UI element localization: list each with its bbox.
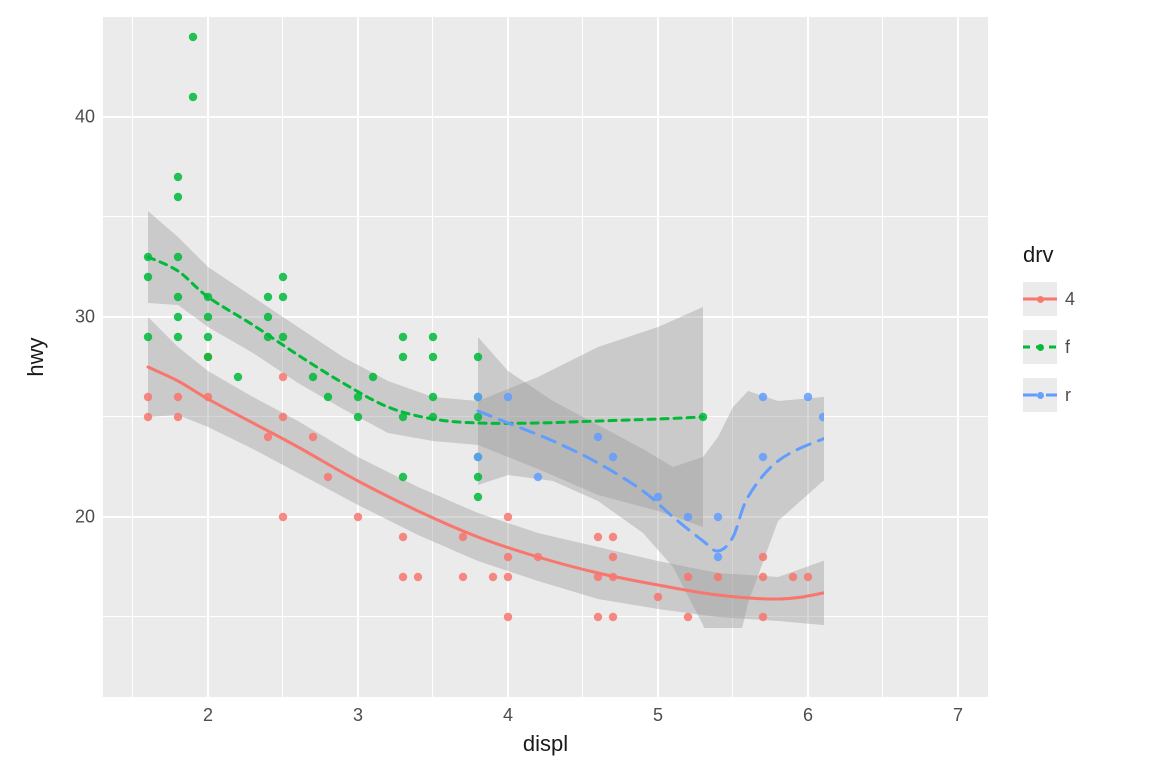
legend-title: drv: [1023, 242, 1054, 268]
legend-key-4: [1023, 282, 1057, 316]
smooth-line-f: [148, 257, 703, 423]
x-tick-label: 3: [353, 705, 363, 726]
legend-label-4: 4: [1065, 289, 1075, 310]
legend-point-icon: [1037, 344, 1044, 351]
y-axis-label: hwy: [23, 337, 49, 376]
x-tick-label: 7: [953, 705, 963, 726]
legend-key-r: [1023, 378, 1057, 412]
x-tick-label: 5: [653, 705, 663, 726]
y-tick-label: 30: [67, 307, 95, 328]
y-tick-label: 40: [67, 107, 95, 128]
smooth-line-4: [148, 367, 883, 599]
x-tick-label: 4: [503, 705, 513, 726]
x-tick-label: 2: [203, 705, 213, 726]
legend-point-icon: [1037, 392, 1044, 399]
x-axis-label: displ: [523, 731, 568, 757]
y-tick-label: 20: [67, 507, 95, 528]
legend-key-f: [1023, 330, 1057, 364]
x-tick-label: 6: [803, 705, 813, 726]
legend-point-icon: [1037, 296, 1044, 303]
legend-label-f: f: [1065, 337, 1070, 358]
chart-container: 2 3 4 5 6 7 20 30 40 displ hwy drv 4 f r: [0, 0, 1152, 768]
legend-label-r: r: [1065, 385, 1071, 406]
